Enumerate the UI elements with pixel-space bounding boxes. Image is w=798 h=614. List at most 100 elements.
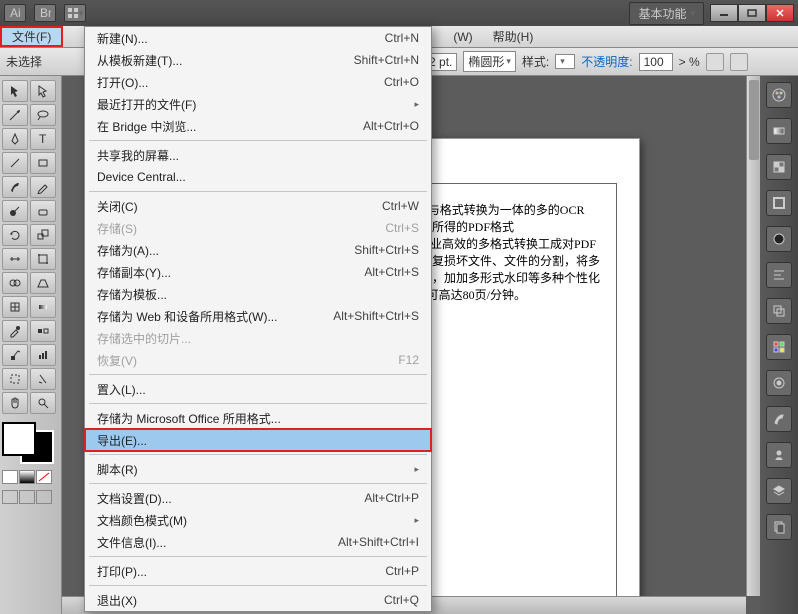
menu-help[interactable]: 帮助(H) (483, 26, 544, 47)
pencil-tool[interactable] (30, 176, 56, 198)
rotate-tool[interactable] (2, 224, 28, 246)
eyedropper-tool[interactable] (2, 320, 28, 342)
maximize-button[interactable] (738, 4, 766, 22)
menu-item-25[interactable]: 文档设置(D)...Alt+Ctrl+P (85, 487, 431, 509)
menu-item-31[interactable]: 退出(X)Ctrl+Q (85, 589, 431, 611)
zoom-tool[interactable] (30, 392, 56, 414)
align-panel-icon[interactable] (766, 262, 792, 288)
mesh-tool[interactable] (2, 296, 28, 318)
menu-item-4[interactable]: 在 Bridge 中浏览...Alt+Ctrl+O (85, 115, 431, 137)
stroke-panel-icon[interactable] (766, 190, 792, 216)
close-button[interactable] (766, 4, 794, 22)
menu-item-20[interactable]: 存储为 Microsoft Office 所用格式... (85, 407, 431, 429)
slice-tool[interactable] (30, 368, 56, 390)
menu-item-shortcut: F12 (398, 353, 419, 367)
opacity-label[interactable]: 不透明度: (581, 53, 632, 70)
scrollbar-thumb[interactable] (749, 80, 759, 160)
doc-setup-icon[interactable] (730, 53, 748, 71)
menu-item-21[interactable]: 导出(E)... (85, 429, 431, 451)
eraser-tool[interactable] (30, 200, 56, 222)
menu-file-label: 文件(F) (12, 28, 51, 45)
menu-item-label: 关闭(C) (97, 198, 382, 215)
color-swatch[interactable] (2, 422, 54, 464)
palette-panel-icon[interactable] (766, 82, 792, 108)
pen-tool[interactable] (2, 128, 28, 150)
width-tool[interactable] (2, 248, 28, 270)
menu-item-2[interactable]: 打开(O)...Ctrl+O (85, 71, 431, 93)
menu-item-18[interactable]: 置入(L)... (85, 378, 431, 400)
layers-panel-icon[interactable] (766, 478, 792, 504)
menu-item-26[interactable]: 文档颜色模式(M)▸ (85, 509, 431, 531)
pathfinder-panel-icon[interactable] (766, 298, 792, 324)
magic-wand-tool[interactable] (2, 104, 28, 126)
type-tool[interactable]: T (30, 128, 56, 150)
color-mode-strip[interactable] (2, 470, 59, 484)
menu-item-0[interactable]: 新建(N)...Ctrl+N (85, 27, 431, 49)
color-panel-icon[interactable] (766, 370, 792, 396)
direct-selection-tool[interactable] (30, 80, 56, 102)
lasso-tool[interactable] (30, 104, 56, 126)
menu-item-1[interactable]: 从模板新建(T)...Shift+Ctrl+N (85, 49, 431, 71)
style-selector[interactable]: ▾ (555, 54, 575, 69)
screen-mode-strip[interactable] (2, 490, 59, 504)
menu-item-label: 从模板新建(T)... (97, 52, 354, 69)
scale-tool[interactable] (30, 224, 56, 246)
menu-item-13[interactable]: 存储为模板... (85, 283, 431, 305)
svg-text:Ai: Ai (10, 7, 21, 19)
menu-item-label: 存储(S) (97, 220, 385, 237)
symbol-sprayer-tool[interactable] (2, 344, 28, 366)
menu-item-15: 存储选中的切片... (85, 327, 431, 349)
shape-builder-tool[interactable] (2, 272, 28, 294)
menu-item-7[interactable]: Device Central... (85, 166, 431, 188)
menu-item-11[interactable]: 存储为(A)...Shift+Ctrl+S (85, 239, 431, 261)
app-icon[interactable]: Ai (4, 4, 26, 22)
transparency-panel-icon[interactable] (766, 154, 792, 180)
blob-brush-tool[interactable] (2, 200, 28, 222)
gradient-panel-icon[interactable] (766, 118, 792, 144)
opacity-field[interactable]: 100 (639, 53, 673, 71)
menu-item-3[interactable]: 最近打开的文件(F)▸ (85, 93, 431, 115)
workspace-switcher[interactable]: 基本功能▾ (629, 2, 704, 25)
menu-window[interactable]: (W) (443, 26, 482, 47)
pages-panel-icon[interactable] (766, 514, 792, 540)
free-transform-tool[interactable] (30, 248, 56, 270)
menu-item-9[interactable]: 关闭(C)Ctrl+W (85, 195, 431, 217)
submenu-chevron-icon: ▸ (414, 464, 419, 475)
prefs-icon[interactable] (706, 53, 724, 71)
bridge-icon[interactable]: Br (34, 4, 56, 22)
menu-item-6[interactable]: 共享我的屏幕... (85, 144, 431, 166)
menu-item-label: 文档颜色模式(M) (97, 512, 414, 529)
hand-tool[interactable] (2, 392, 28, 414)
arrange-icon[interactable]: ▾ (64, 4, 86, 22)
submenu-chevron-icon: ▸ (414, 515, 419, 526)
menu-item-label: 新建(N)... (97, 30, 385, 47)
minimize-button[interactable] (710, 4, 738, 22)
menu-item-label: 最近打开的文件(F) (97, 96, 414, 113)
selection-tool[interactable] (2, 80, 28, 102)
swatches-panel-icon[interactable] (766, 334, 792, 360)
line-tool[interactable] (2, 152, 28, 174)
menu-item-label: 脚本(R) (97, 461, 414, 478)
menu-item-shortcut: Alt+Ctrl+P (364, 491, 419, 505)
workspace-label: 基本功能 (638, 5, 686, 22)
menu-item-23[interactable]: 脚本(R)▸ (85, 458, 431, 480)
perspective-tool[interactable] (30, 272, 56, 294)
menu-item-12[interactable]: 存储副本(Y)...Alt+Ctrl+S (85, 261, 431, 283)
rectangle-tool[interactable] (30, 152, 56, 174)
blend-tool[interactable] (30, 320, 56, 342)
no-selection-label: 未选择 (6, 53, 42, 70)
menu-file[interactable]: 文件(F) (0, 26, 63, 47)
artboard-tool[interactable] (2, 368, 28, 390)
menu-item-29[interactable]: 打印(P)...Ctrl+P (85, 560, 431, 582)
spot-panel-icon[interactable] (766, 226, 792, 252)
graph-tool[interactable] (30, 344, 56, 366)
brushes-panel-icon[interactable] (766, 406, 792, 432)
menu-item-27[interactable]: 文件信息(I)...Alt+Shift+Ctrl+I (85, 531, 431, 553)
symbols-panel-icon[interactable] (766, 442, 792, 468)
menu-item-14[interactable]: 存储为 Web 和设备所用格式(W)...Alt+Shift+Ctrl+S (85, 305, 431, 327)
menu-item-shortcut: Shift+Ctrl+N (354, 53, 419, 67)
gradient-tool[interactable] (30, 296, 56, 318)
shape-selector[interactable]: 椭圆形▾ (463, 51, 516, 72)
paintbrush-tool[interactable] (2, 176, 28, 198)
vertical-scrollbar[interactable] (746, 76, 760, 596)
